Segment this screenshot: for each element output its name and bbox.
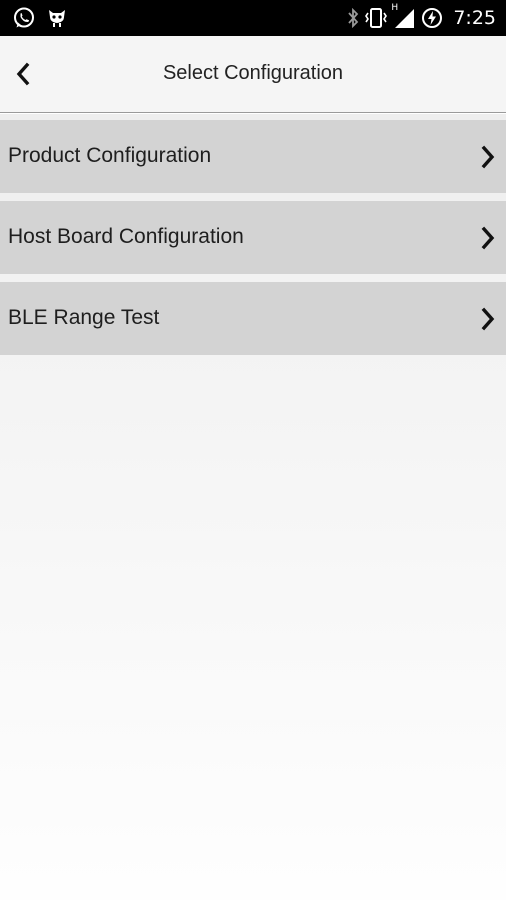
data-saver-icon	[421, 7, 443, 29]
alien-notification-icon	[46, 7, 68, 29]
menu-item-label: BLE Range Test	[8, 306, 160, 329]
page-title: Select Configuration	[162, 62, 344, 84]
chevron-right-icon	[480, 306, 496, 332]
menu-item-label: Product Configuration	[8, 144, 212, 167]
status-time: 7:25	[453, 7, 496, 29]
chevron-right-icon	[480, 144, 496, 170]
whatsapp-icon	[12, 6, 36, 30]
app-header: Select Configuration	[0, 36, 506, 113]
status-right-icons: H 7:25	[347, 3, 496, 31]
chevron-right-icon	[480, 225, 496, 251]
vibrate-icon	[365, 7, 388, 29]
status-left-icons	[12, 5, 68, 31]
menu-item-ble-range-test[interactable]: BLE Range Test	[0, 282, 506, 355]
status-bar: H 7:25	[0, 0, 506, 36]
network-type-label: H	[391, 3, 399, 13]
configuration-menu: Product Configuration Host Board Configu…	[0, 120, 506, 363]
signal-h-icon: H	[391, 3, 415, 29]
menu-item-label: Host Board Configuration	[8, 225, 244, 248]
menu-item-host-board-configuration[interactable]: Host Board Configuration	[0, 201, 506, 274]
menu-item-product-configuration[interactable]: Product Configuration	[0, 120, 506, 193]
bluetooth-icon	[347, 8, 359, 28]
